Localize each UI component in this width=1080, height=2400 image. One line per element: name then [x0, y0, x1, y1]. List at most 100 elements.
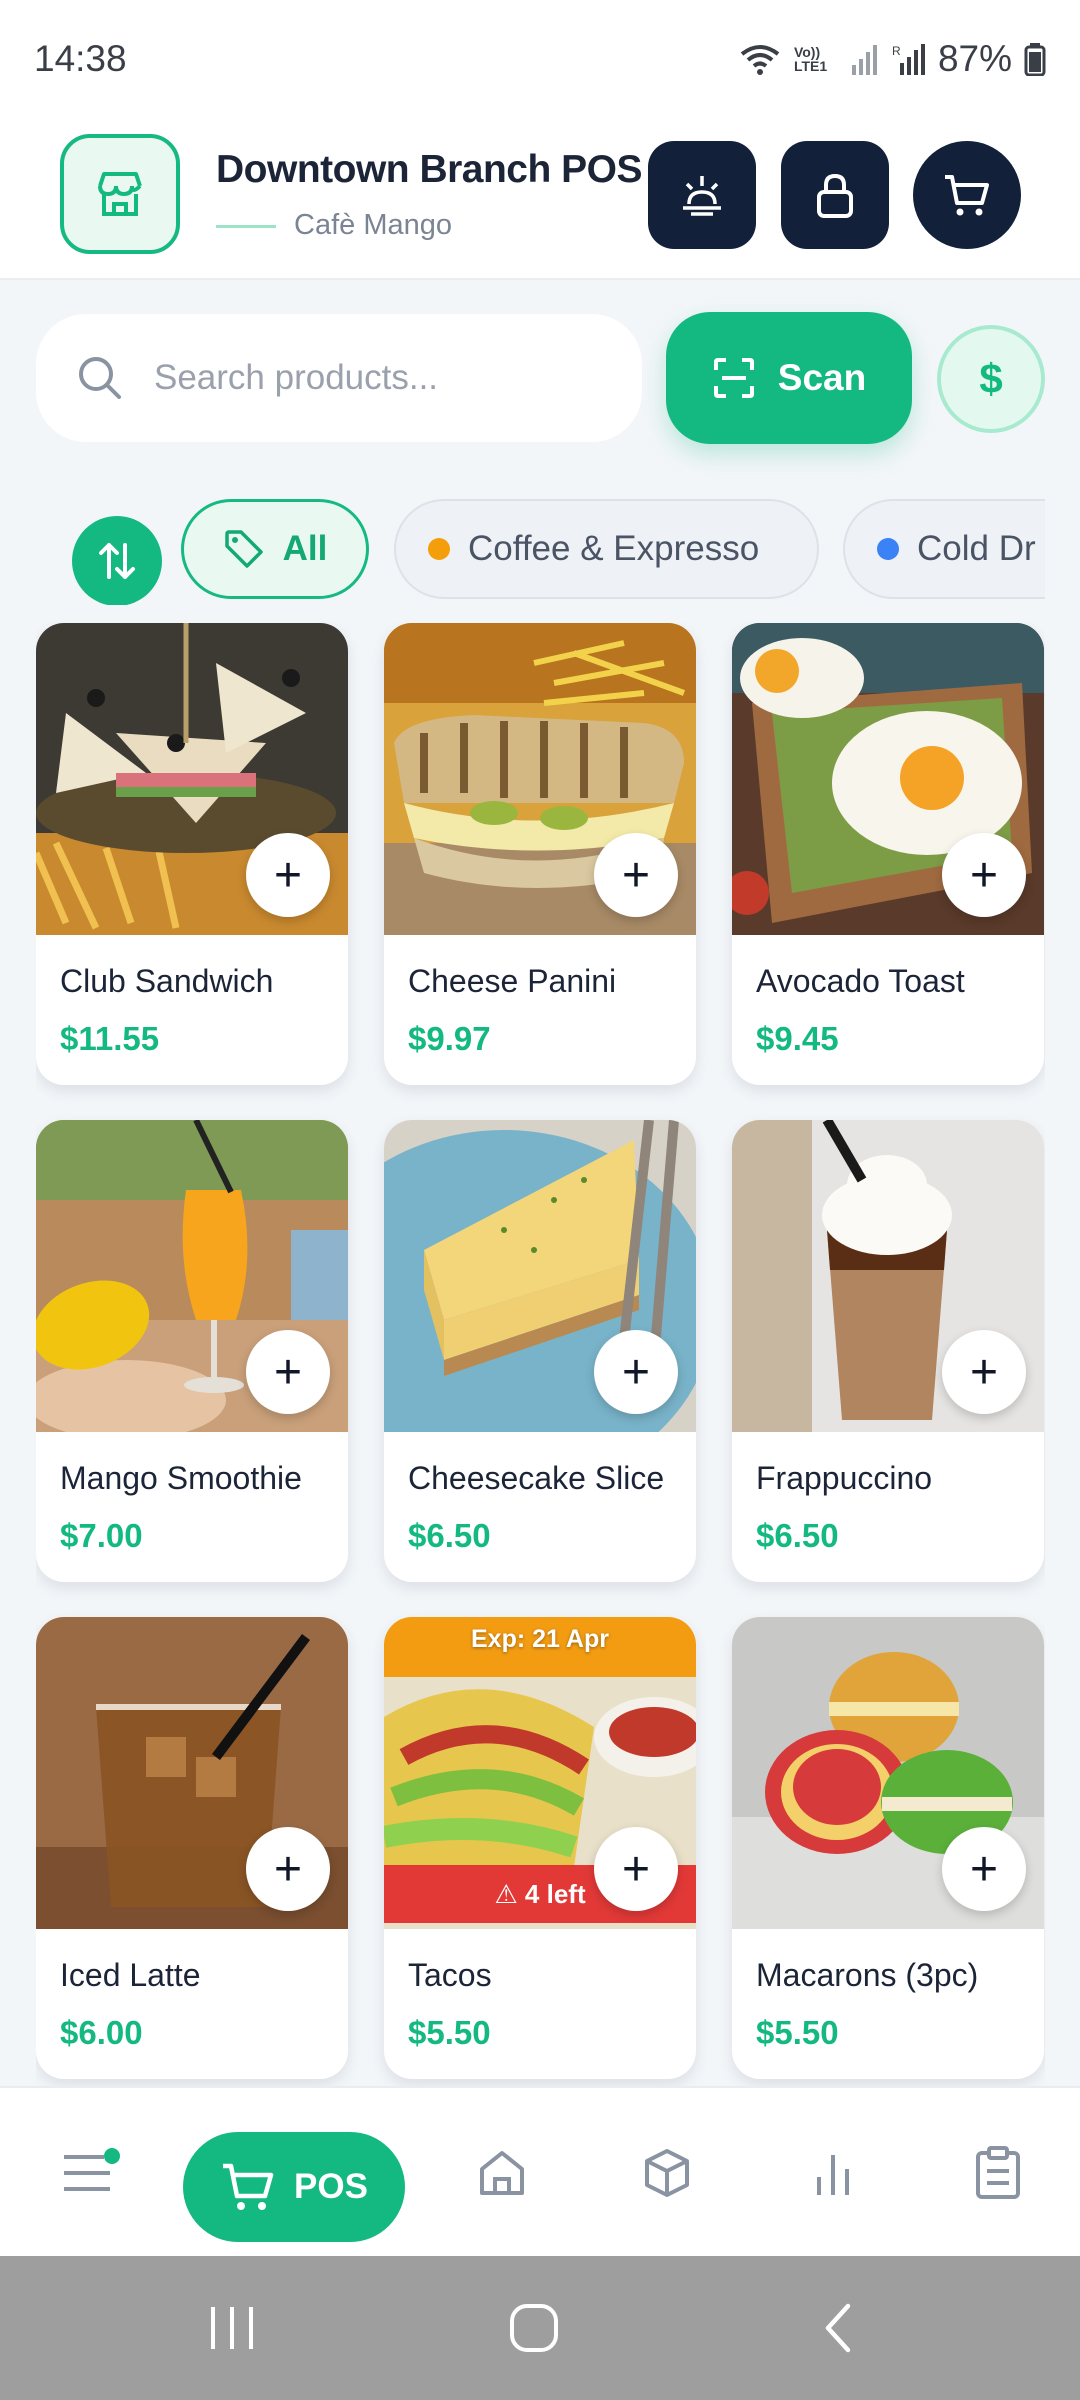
- battery-icon: [1024, 43, 1046, 76]
- product-name: Cheese Panini: [408, 963, 617, 999]
- filter-chip-label: Coffee & Expresso: [468, 529, 760, 568]
- back-button[interactable]: [758, 2256, 918, 2400]
- battery-percent: 87%: [937, 38, 1012, 79]
- back-icon: [825, 2303, 851, 2353]
- product-name: Avocado Toast: [756, 963, 965, 999]
- filter-chip-all[interactable]: All: [181, 499, 369, 599]
- filter-chip-coffee[interactable]: Coffee & Expresso: [394, 499, 819, 599]
- app-header: Downtown Branch POS Cafè Mango: [0, 118, 1080, 280]
- bar-chart-icon: [817, 2155, 849, 2195]
- product-card[interactable]: + Avocado Toast $9.45: [732, 623, 1044, 1085]
- status-icons: Vo)) LTE1 R 87%: [738, 38, 1046, 80]
- store-logo[interactable]: [60, 134, 180, 254]
- add-to-cart-button[interactable]: +: [246, 1827, 330, 1911]
- store-icon: [98, 172, 142, 216]
- status-time: 14:38: [34, 38, 127, 79]
- sort-button[interactable]: [72, 516, 162, 605]
- sunrise-icon: [683, 176, 721, 216]
- product-price: $6.00: [60, 2014, 143, 2051]
- nav-orders[interactable]: [953, 2088, 1043, 2258]
- product-card[interactable]: + Macarons (3pc) $5.50: [732, 1617, 1044, 2079]
- product-grid: + Club Sandwich $11.55 + Cheese Panini $…: [36, 623, 1045, 2086]
- cart-button[interactable]: [913, 141, 1021, 249]
- add-to-cart-button[interactable]: +: [594, 1827, 678, 1911]
- lock-icon: [817, 173, 853, 218]
- add-to-cart-button[interactable]: +: [246, 1330, 330, 1414]
- signal-icon: [851, 45, 877, 75]
- filter-chip-label: All: [282, 529, 328, 568]
- scan-button[interactable]: Scan: [666, 312, 912, 444]
- home-icon: [480, 2151, 524, 2195]
- product-card[interactable]: Exp: 21 Apr ⚠ 4 left + Tacos $5.50: [384, 1617, 696, 2079]
- product-name: Club Sandwich: [60, 963, 274, 999]
- subtitle-divider: [216, 225, 276, 228]
- status-bar: 14:38 Vo)) LTE1 R 87%: [0, 0, 1080, 118]
- box-icon: [645, 2149, 689, 2197]
- recent-apps-button[interactable]: [152, 2256, 312, 2400]
- nav-inventory[interactable]: [622, 2088, 712, 2258]
- product-price: $5.50: [756, 2014, 839, 2051]
- product-card[interactable]: + Mango Smoothie $7.00: [36, 1120, 348, 1582]
- scan-icon: [713, 358, 754, 398]
- currency-symbol: $: [979, 355, 1003, 402]
- add-to-cart-button[interactable]: +: [594, 1330, 678, 1414]
- nav-home[interactable]: [457, 2088, 547, 2258]
- bottom-navigation: POS: [0, 2086, 1080, 2256]
- search-input[interactable]: [154, 358, 594, 398]
- page-title: Downtown Branch POS: [216, 148, 643, 191]
- day-start-button[interactable]: [648, 141, 756, 249]
- product-card[interactable]: + Cheese Panini $9.97: [384, 623, 696, 1085]
- home-circle-icon: [510, 2304, 558, 2352]
- tag-icon: [224, 530, 263, 568]
- product-price: $9.97: [408, 1020, 491, 1057]
- product-name: Macarons (3pc): [756, 1957, 979, 1993]
- page-subtitle: Cafè Mango: [294, 209, 452, 241]
- signal-icon-2: R: [892, 44, 925, 75]
- product-name: Tacos: [408, 1957, 492, 1993]
- notification-dot: [104, 2148, 120, 2164]
- product-card[interactable]: + Frappuccino $6.50: [732, 1120, 1044, 1582]
- recent-apps-icon: [211, 2307, 253, 2349]
- product-name: Cheesecake Slice: [408, 1460, 665, 1496]
- product-price: $11.55: [60, 1020, 160, 1057]
- system-navigation-bar: [0, 2256, 1080, 2400]
- sort-arrows-icon: [99, 543, 135, 579]
- nav-pos[interactable]: POS: [183, 2132, 405, 2242]
- currency-button[interactable]: $: [937, 325, 1045, 433]
- product-price: $6.50: [408, 1517, 491, 1554]
- nav-pos-label: POS: [294, 2167, 368, 2206]
- filter-chip-cold-drinks[interactable]: Cold Dr: [843, 499, 1045, 599]
- clipboard-icon: [976, 2146, 1020, 2199]
- product-price: $5.50: [408, 2014, 491, 2051]
- filter-chip-label: Cold Dr: [917, 529, 1036, 568]
- search-icon: [79, 357, 121, 399]
- nav-reports[interactable]: [788, 2088, 878, 2258]
- category-color-dot: [428, 538, 450, 560]
- category-color-dot: [877, 538, 899, 560]
- search-bar[interactable]: [36, 314, 642, 442]
- svg-text:R: R: [892, 44, 901, 58]
- lock-button[interactable]: [781, 141, 889, 249]
- nav-menu[interactable]: [42, 2088, 132, 2258]
- product-price: $9.45: [756, 1020, 839, 1057]
- expiry-label: Exp: 21 Apr: [470, 1625, 609, 1653]
- add-to-cart-button[interactable]: +: [246, 833, 330, 917]
- cart-icon: [945, 175, 989, 216]
- product-name: Mango Smoothie: [60, 1460, 302, 1496]
- product-name: Frappuccino: [756, 1460, 933, 1496]
- add-to-cart-button[interactable]: +: [942, 1330, 1026, 1414]
- product-card[interactable]: + Club Sandwich $11.55: [36, 623, 348, 1085]
- home-button[interactable]: [454, 2256, 614, 2400]
- pos-cart-icon: [223, 2163, 274, 2210]
- product-card[interactable]: + Cheesecake Slice $6.50: [384, 1120, 696, 1582]
- network-type-label: Vo)) LTE1: [793, 44, 828, 74]
- add-to-cart-button[interactable]: +: [942, 1827, 1026, 1911]
- product-name: Iced Latte: [60, 1957, 201, 1993]
- add-to-cart-button[interactable]: +: [594, 833, 678, 917]
- add-to-cart-button[interactable]: +: [942, 833, 1026, 917]
- product-card[interactable]: + Iced Latte $6.00: [36, 1617, 348, 2079]
- category-filter-bar: All Coffee & Expresso Cold Dr: [0, 495, 1045, 605]
- product-price: $6.50: [756, 1517, 839, 1554]
- wifi-icon: [740, 45, 780, 75]
- scan-label: Scan: [777, 357, 867, 398]
